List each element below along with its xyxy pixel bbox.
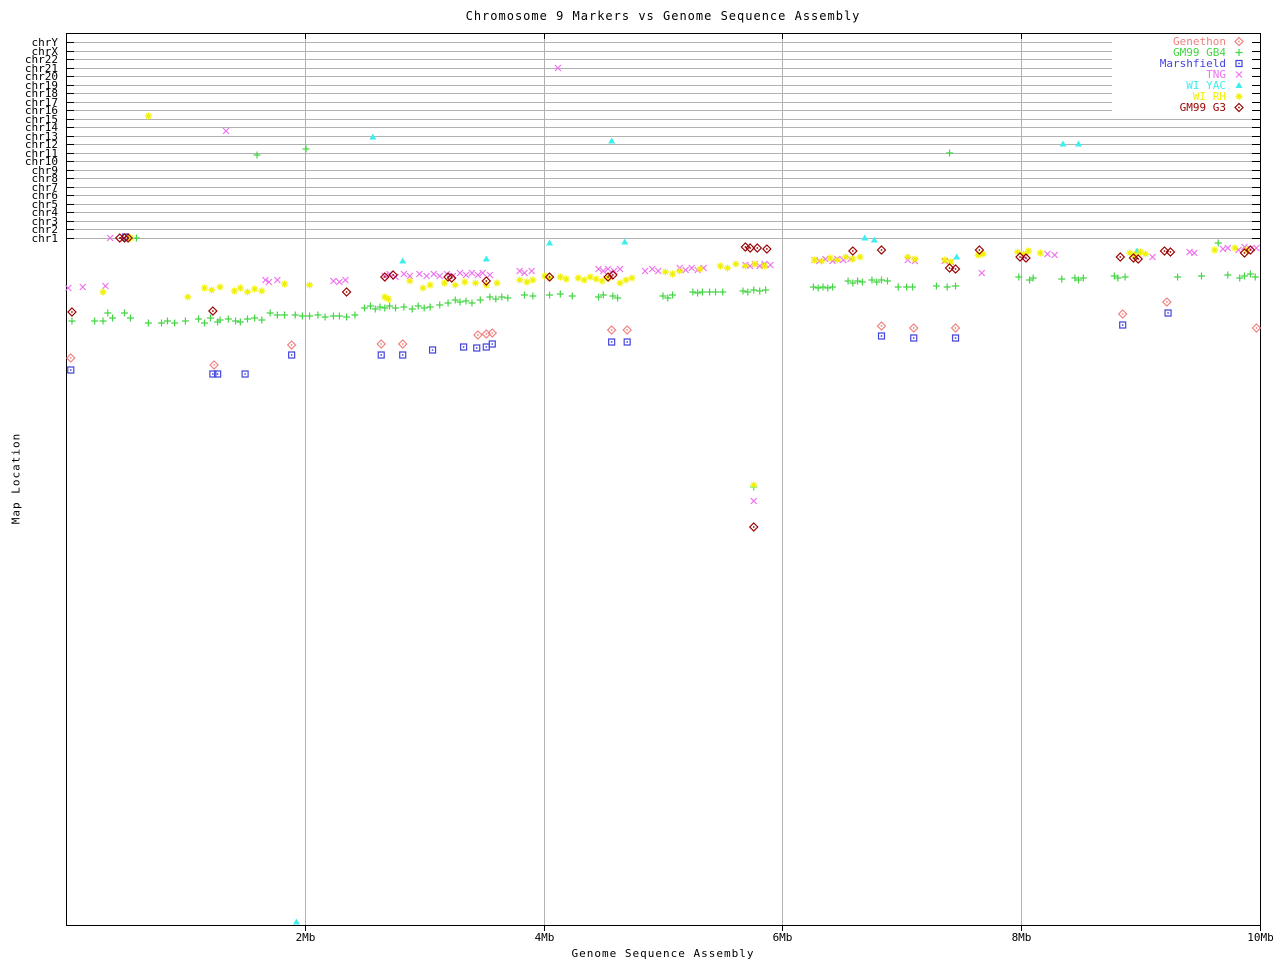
legend-marker-icon (1226, 36, 1252, 47)
legend-item-wi-yac: WI YAC (1112, 80, 1252, 91)
legend-marker-icon (1226, 91, 1252, 102)
legend-marker-icon (1226, 58, 1252, 69)
x-tick-label-6Mb: 6Mb (772, 931, 793, 944)
legend-item-gm99-g3: GM99 G3 (1112, 102, 1252, 113)
series-wi-rh (99, 112, 1251, 489)
series-genethon (65, 297, 1262, 370)
chr-axis-label-chr1: chr1 (31, 231, 59, 245)
y-axis-label: Map Location (9, 432, 23, 525)
legend-marker-icon (1226, 47, 1252, 58)
x-tick-label-10Mb: 10Mb (1247, 931, 1274, 944)
series-marshfield (67, 233, 1172, 378)
series-gm99-gb4 (68, 145, 1259, 491)
legend: Genethon GM99 GB4 Marshfield TNG WI YAC WI RH… (1112, 36, 1252, 113)
x-tick-label-8Mb: 8Mb (1011, 931, 1032, 944)
legend-item-tng: TNG (1112, 69, 1252, 80)
legend-marker-icon (1226, 102, 1252, 113)
legend-marker-icon (1226, 80, 1252, 91)
legend-label: GM99 G3 (1179, 101, 1226, 114)
legend-marker-icon (1226, 69, 1252, 80)
plot-area (64, 33, 1262, 931)
legend-item-marshfield: Marshfield (1112, 58, 1252, 69)
chart-title: Chromosome 9 Markers vs Genome Sequence … (465, 9, 861, 23)
series-tng (64, 64, 1260, 505)
x-axis-label: Genome Sequence Assembly (571, 947, 755, 960)
x-tick-label-4Mb: 4Mb (534, 931, 555, 944)
series-wi-yac (292, 133, 1141, 925)
x-tick-label-2Mb: 2Mb (295, 931, 316, 944)
